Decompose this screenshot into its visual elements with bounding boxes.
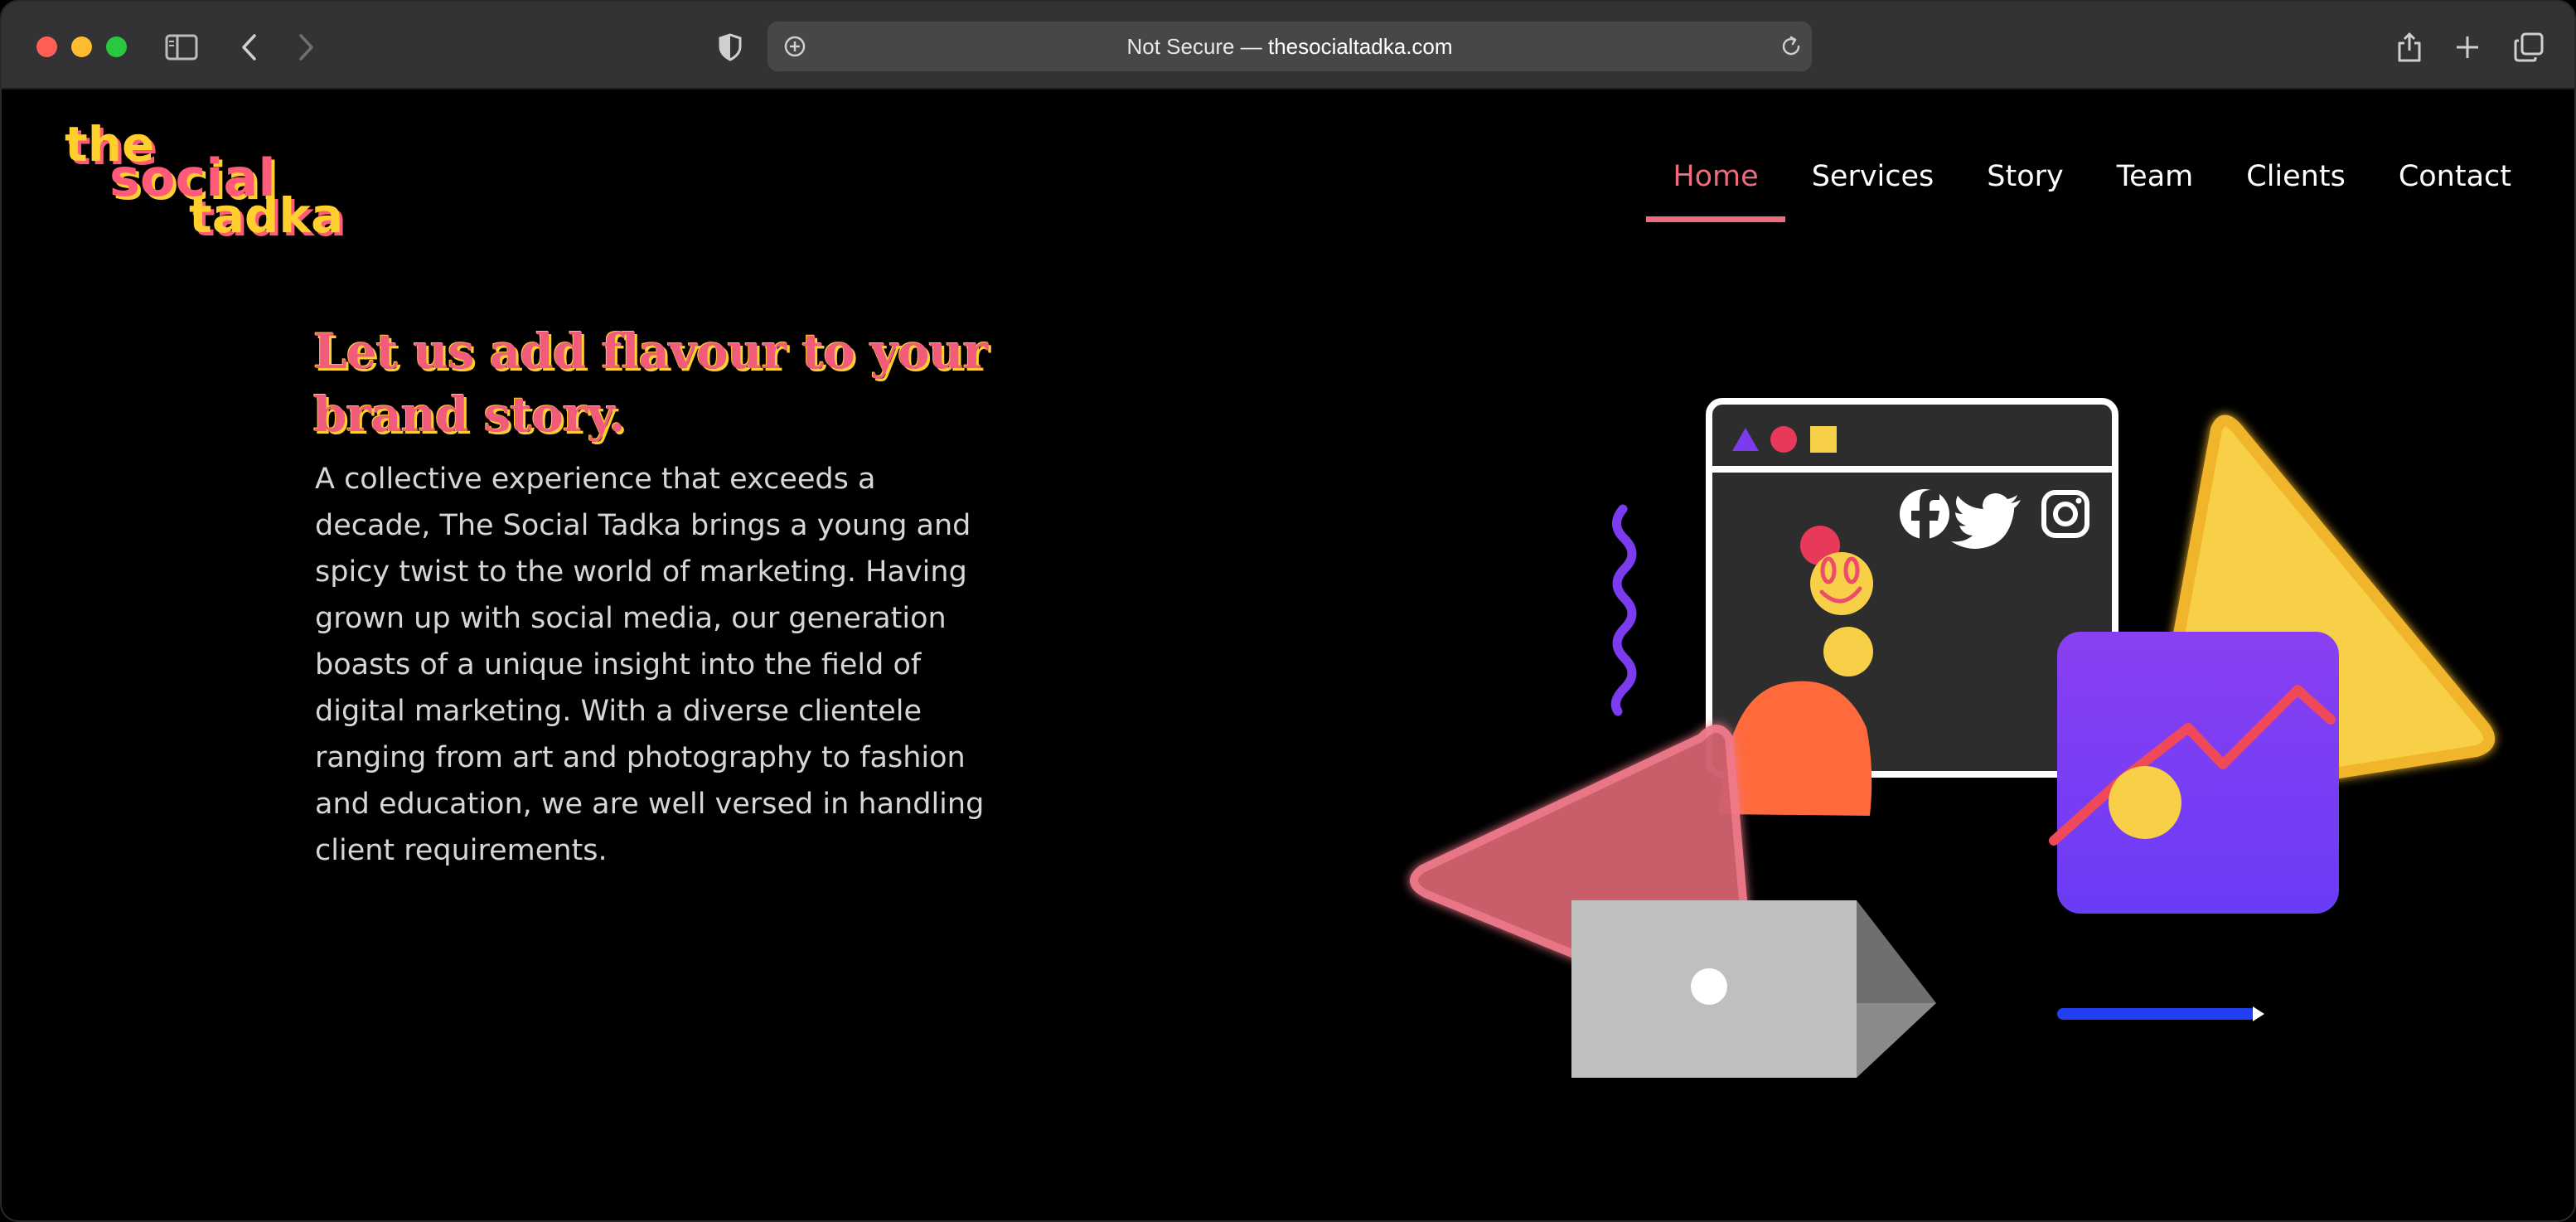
new-tab-icon[interactable]: [2447, 27, 2488, 68]
url-text: Not Secure — thesocialtadka.com: [767, 22, 1812, 71]
site-logo[interactable]: the the social social tadka tadka: [65, 116, 371, 247]
share-icon[interactable]: [2389, 27, 2430, 68]
nav-item-team[interactable]: Team: [2090, 148, 2220, 222]
tabs-overview-icon[interactable]: [2508, 27, 2549, 68]
nav-item-home[interactable]: Home: [1646, 148, 1786, 222]
facebook-icon: [1900, 489, 1949, 539]
hero-illustration: [1394, 297, 2505, 1126]
browser-toolbar: Not Secure — thesocialtadka.com: [2, 2, 2574, 90]
nav-item-services[interactable]: Services: [1785, 148, 1961, 222]
url-domain: thesocialtadka.com: [1267, 34, 1453, 59]
url-security-label: Not Secure —: [1126, 34, 1268, 59]
back-icon[interactable]: [229, 27, 270, 68]
logo-text-tadka: tadka: [189, 187, 343, 240]
nav-item-clients[interactable]: Clients: [2220, 148, 2372, 222]
shield-icon[interactable]: [709, 27, 751, 68]
sidebar-icon[interactable]: [161, 27, 202, 68]
minimize-window-button[interactable]: [71, 36, 92, 57]
nav-item-contact[interactable]: Contact: [2372, 148, 2538, 222]
address-bar[interactable]: Not Secure — thesocialtadka.com: [767, 22, 1812, 71]
browser-window: Not Secure — thesocialtadka.com the the …: [0, 0, 2576, 1222]
reload-icon[interactable]: [1770, 26, 1812, 67]
hero-description: A collective experience that exceeds a d…: [315, 463, 985, 867]
close-window-button[interactable]: [36, 36, 57, 57]
forward-icon[interactable]: [285, 27, 327, 68]
laptop-icon: [1571, 900, 1936, 1078]
nav-item-story[interactable]: Story: [1960, 148, 2089, 222]
purple-squiggle-shape: [1610, 504, 1637, 716]
zoom-window-button[interactable]: [106, 36, 127, 57]
blue-progress-line: [2057, 1006, 2264, 1021]
growth-chart-card: [2049, 632, 2339, 914]
window-controls: [36, 36, 127, 57]
hero-title: Let us add flavour to your brand story.: [313, 323, 988, 443]
web-page: the the social social tadka tadka Home S…: [2, 90, 2574, 1220]
main-nav: Home Services Story Team Clients Contact: [1646, 148, 2538, 222]
